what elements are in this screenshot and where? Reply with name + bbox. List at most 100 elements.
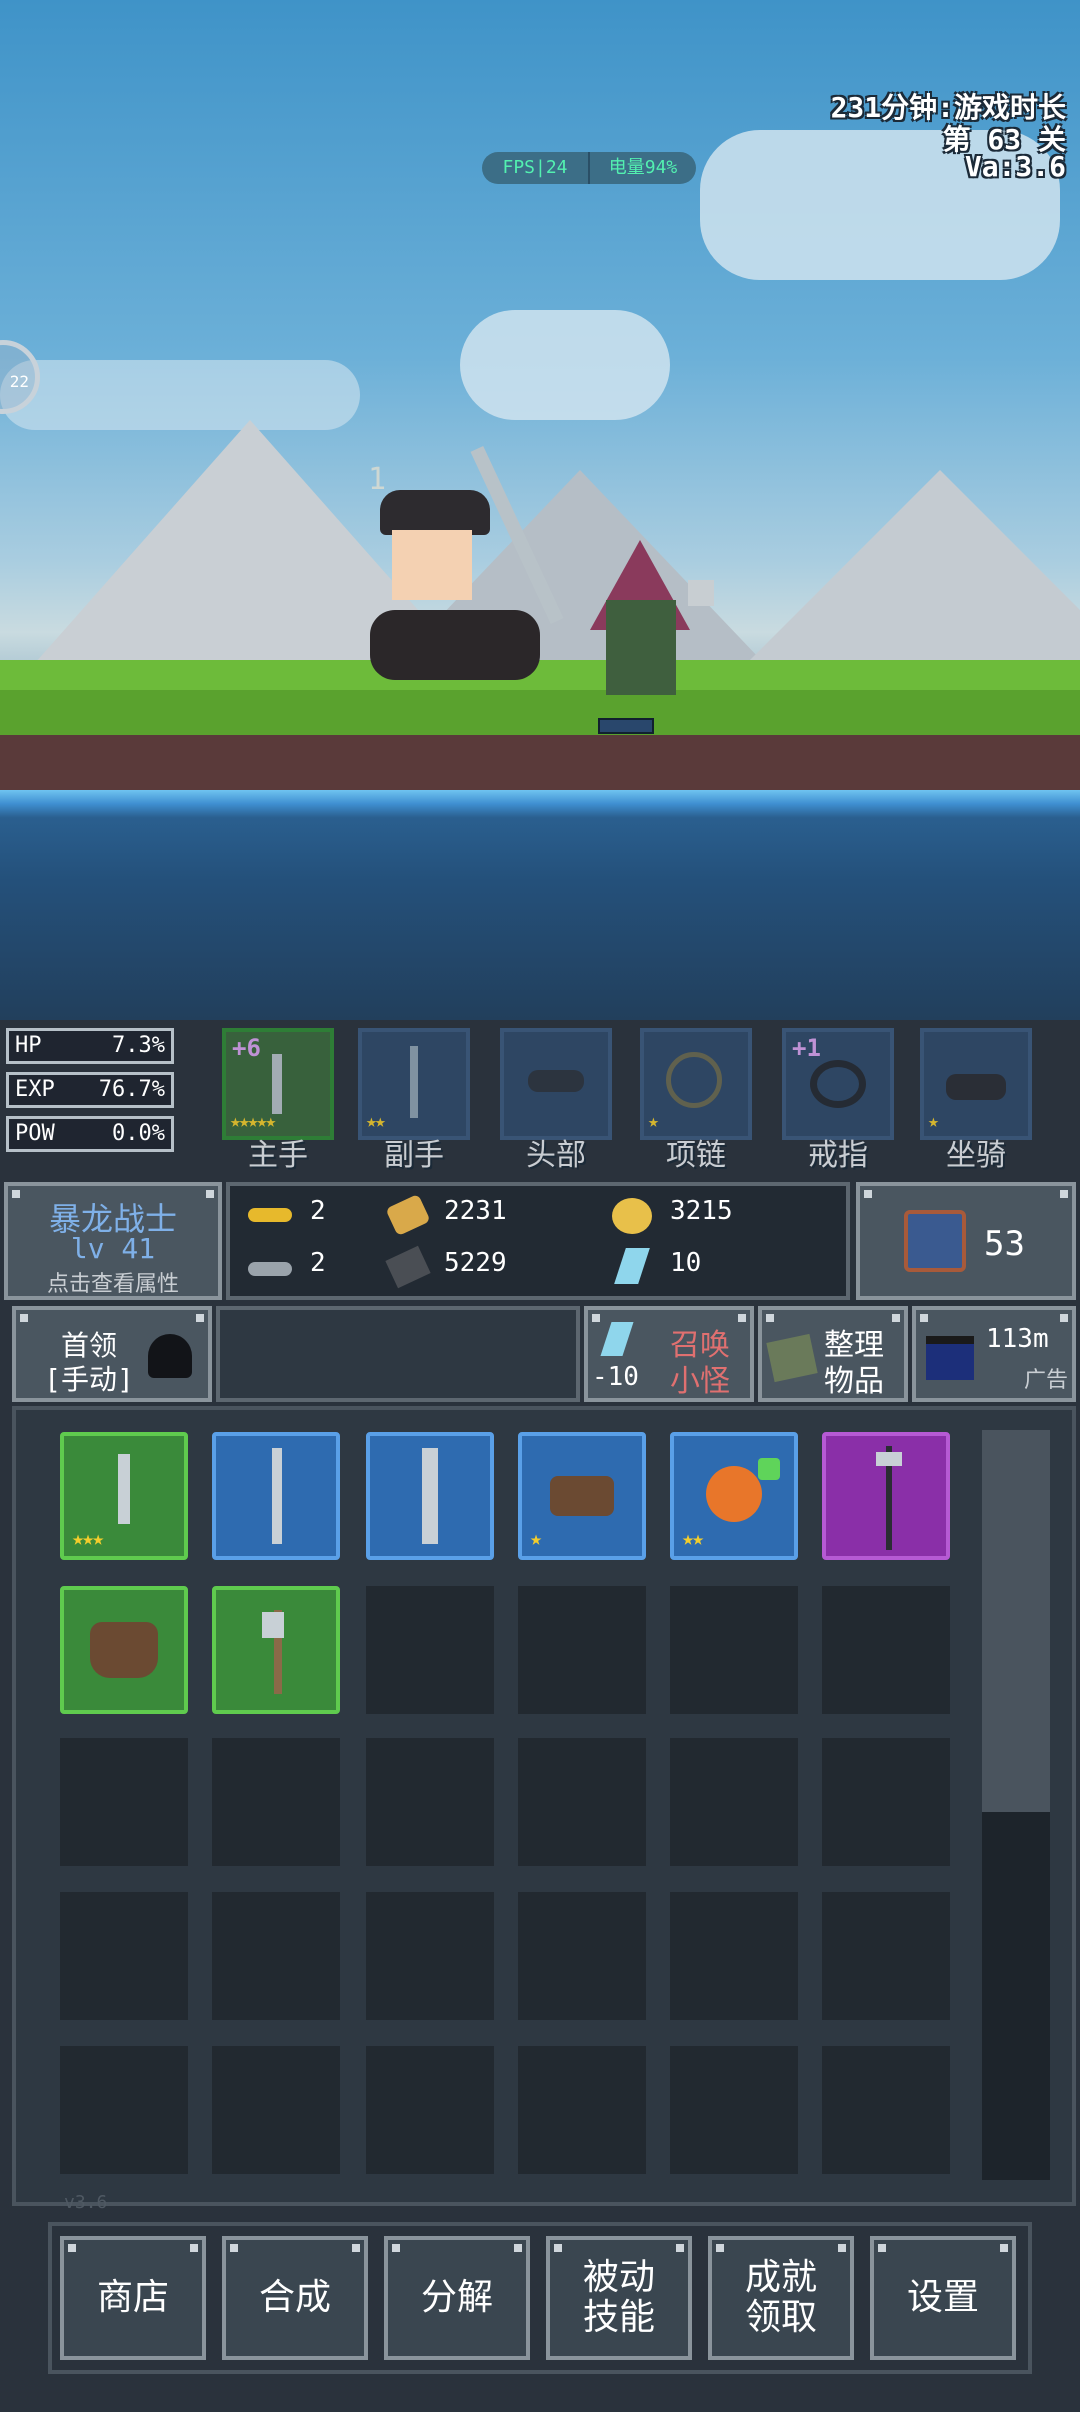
inventory-slot[interactable] (366, 1586, 494, 1714)
inventory-item-sword[interactable] (212, 1432, 340, 1560)
hp-label: HP (15, 1033, 42, 1058)
craft-label: 合成 (258, 2277, 331, 2318)
achievements-claim-button[interactable]: 成就 领取 (708, 2236, 854, 2360)
enhance-level: +1 (792, 1034, 821, 1062)
equip-slot-head[interactable] (500, 1028, 612, 1140)
sword-icon (410, 1046, 418, 1118)
achievements-label: 成就 (744, 2257, 817, 2298)
cloud (460, 310, 670, 420)
sword-icon (470, 445, 564, 625)
boar-mount-icon (370, 610, 540, 680)
equip-label-ring: 戒指 (808, 1138, 868, 1173)
damage-number: 1 (368, 462, 387, 497)
player-hero (360, 440, 564, 700)
hammer-icon (688, 580, 714, 606)
inventory-slot[interactable] (822, 1892, 950, 2020)
inventory-slot[interactable] (212, 1892, 340, 2020)
enemy-body (606, 600, 676, 695)
equip-slot-mount[interactable]: ★ (920, 1028, 1032, 1140)
inventory-slot[interactable] (670, 1892, 798, 2020)
inventory-version: v3.6 (64, 2192, 108, 2213)
exp-label: EXP (15, 1077, 55, 1102)
enhance-level: +6 (232, 1034, 261, 1062)
broadsword-icon (422, 1448, 438, 1544)
inventory-item-deer-mount[interactable]: ★ (518, 1432, 646, 1560)
star-rating: ★ (648, 1111, 659, 1132)
dirt-layer (0, 735, 1080, 790)
inventory-slot[interactable] (518, 1892, 646, 2020)
shop-button[interactable]: 商店 (60, 2236, 206, 2360)
gold-key-icon (248, 1208, 292, 1222)
ring-icon (810, 1060, 866, 1108)
inventory-slot[interactable] (822, 1586, 950, 1714)
passive-skills-button[interactable]: 被动 技能 (546, 2236, 692, 2360)
gold-key-count: 2 (310, 1196, 326, 1226)
lock-icon (758, 1458, 780, 1480)
inventory-item-halberd[interactable] (822, 1432, 950, 1560)
inventory-slot[interactable] (670, 2046, 798, 2174)
settings-button[interactable]: 设置 (870, 2236, 1016, 2360)
dismantle-button[interactable]: 分解 (384, 2236, 530, 2360)
inventory-item-fire-amulet[interactable]: ★★ (670, 1432, 798, 1560)
silver-key-count: 2 (310, 1248, 326, 1278)
inventory-slot[interactable] (366, 1738, 494, 1866)
inventory-item-broadsword[interactable] (366, 1432, 494, 1560)
equip-slot-main-hand[interactable]: +6 ★★★★★ (222, 1028, 334, 1140)
equip-slot-necklace[interactable]: ★ (640, 1028, 752, 1140)
inventory-slot[interactable] (822, 1738, 950, 1866)
deer-icon (550, 1476, 614, 1516)
inventory-slot[interactable] (60, 1892, 188, 2020)
watch-ad-button[interactable]: 113m 广告 (912, 1306, 1076, 1402)
inventory-slot[interactable] (212, 2046, 340, 2174)
claim-label: 领取 (744, 2297, 817, 2338)
star-rating: ★★ (366, 1111, 386, 1132)
inventory-slot[interactable] (518, 1586, 646, 1714)
inventory-item-satchel[interactable] (60, 1586, 188, 1714)
pow-label: POW (15, 1121, 55, 1146)
treasure-chest-icon (904, 1210, 966, 1272)
small-monster-label: 小怪 (670, 1364, 730, 1399)
level-text: lv 41 (70, 1232, 156, 1265)
inventory-item-axe[interactable] (212, 1586, 340, 1714)
equip-label-necklace: 项链 (666, 1138, 726, 1173)
pirate-hat-icon (380, 490, 490, 535)
inventory-slot[interactable] (366, 1892, 494, 2020)
inventory-slot[interactable] (822, 2046, 950, 2174)
pow-bar: POW 0.0% (6, 1116, 174, 1152)
halberd-head-icon (876, 1452, 902, 1466)
inventory-slot[interactable] (366, 2046, 494, 2174)
boss-manual-button[interactable]: 首领 [手动] (12, 1306, 212, 1402)
equip-label-off-hand: 副手 (384, 1138, 444, 1173)
inventory-scrollbar-thumb[interactable] (982, 1430, 1050, 1812)
summon-monster-button[interactable]: -10 召唤 小怪 (584, 1306, 754, 1402)
hp-bar: HP 7.3% (6, 1028, 174, 1064)
inventory-slot[interactable] (212, 1738, 340, 1866)
star-rating: ★ (928, 1111, 939, 1132)
inventory-slot[interactable] (518, 2046, 646, 2174)
equip-slot-ring[interactable]: +1 (782, 1028, 894, 1140)
star-rating: ★ (530, 1526, 542, 1550)
inventory-slot[interactable] (670, 1586, 798, 1714)
dagger-icon (118, 1454, 130, 1524)
character-info-button[interactable]: 暴龙战士 lv 41 点击查看属性 (4, 1182, 222, 1300)
crystal-icon (614, 1248, 650, 1284)
inventory-slot[interactable] (518, 1738, 646, 1866)
empty-action-slot (216, 1306, 580, 1402)
exp-bar: EXP 76.7% (6, 1072, 174, 1108)
inventory-item-dagger[interactable]: ★★★ (60, 1432, 188, 1560)
version-tag: Va:3.6 (964, 150, 1066, 183)
organize-items-button[interactable]: 整理 物品 (758, 1306, 908, 1402)
water (0, 790, 1080, 1020)
inventory-slot[interactable] (60, 1738, 188, 1866)
inventory-slot[interactable] (60, 2046, 188, 2174)
passive-label: 被动 (582, 2257, 655, 2298)
main-hand-weapon-icon (272, 1054, 282, 1114)
chest-button[interactable]: 53 (856, 1182, 1076, 1300)
inventory-slot[interactable] (670, 1738, 798, 1866)
bread-count: 2231 (444, 1196, 507, 1226)
silver-key-icon (248, 1262, 292, 1276)
craft-button[interactable]: 合成 (222, 2236, 368, 2360)
equip-slot-off-hand[interactable]: ★★ (358, 1028, 470, 1140)
ad-label: 广告 (1024, 1368, 1069, 1393)
bread-icon (385, 1193, 431, 1237)
